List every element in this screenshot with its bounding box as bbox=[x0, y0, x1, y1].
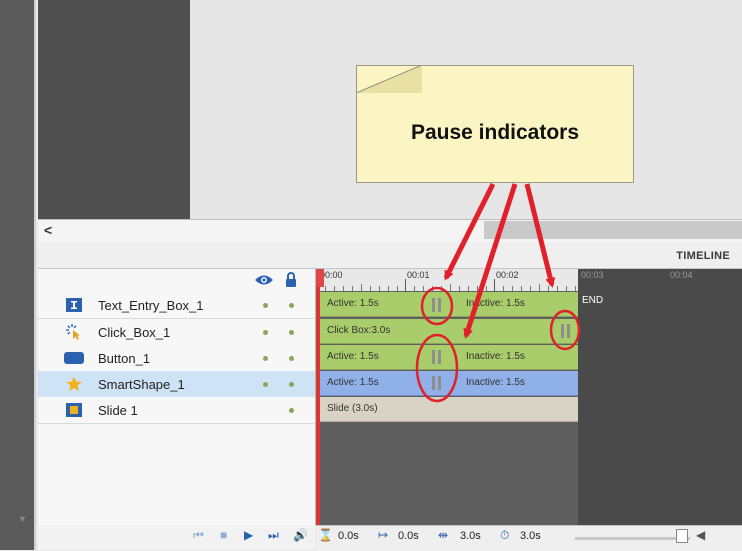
annotation-overlay bbox=[415, 182, 581, 403]
